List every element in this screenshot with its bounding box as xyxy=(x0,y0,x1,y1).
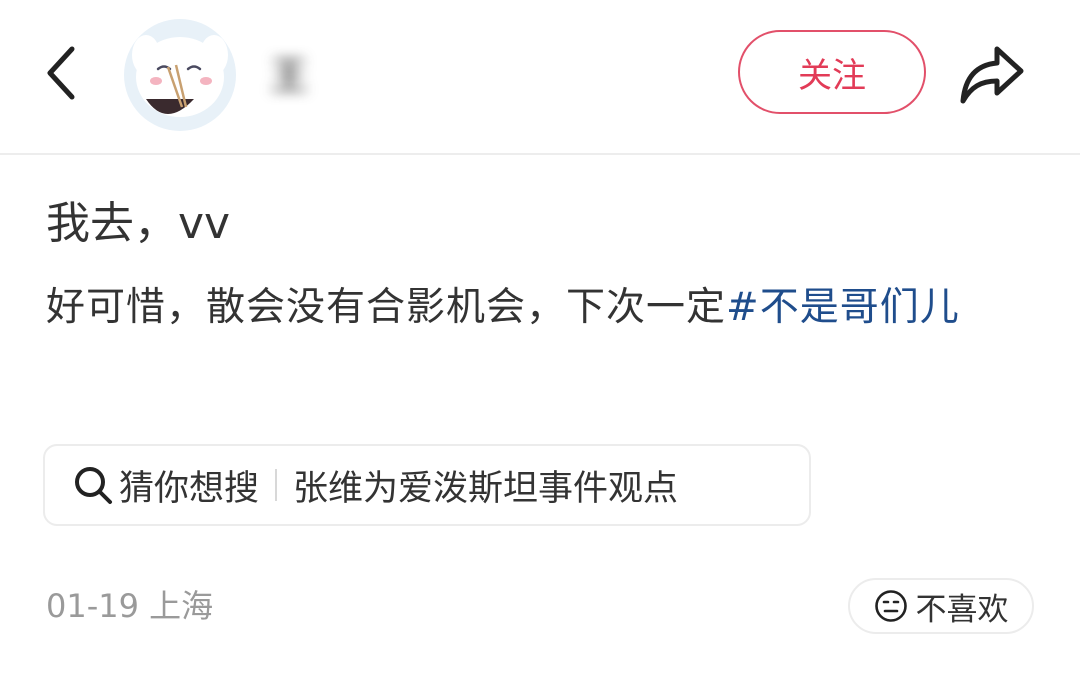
share-arrow-icon xyxy=(960,46,1024,104)
suggestion-query: 张维为爱泼斯坦事件观点 xyxy=(293,468,679,509)
back-button[interactable] xyxy=(36,40,88,106)
dislike-label: 不喜欢 xyxy=(915,591,1009,628)
search-icon xyxy=(73,465,113,505)
post-location: 上海 xyxy=(149,587,214,625)
neutral-face-icon xyxy=(874,589,908,623)
post-detail-page: 王 关注 我去，vv 好可惜，散会没有合影机会，下次一定#不是哥们儿 猜你想搜 … xyxy=(0,0,1080,688)
hashtag-link[interactable]: #不是哥们儿 xyxy=(726,285,960,330)
chevron-left-icon xyxy=(47,46,75,100)
follow-button[interactable]: 关注 xyxy=(738,30,926,114)
avatar-image xyxy=(124,19,236,131)
avatar[interactable] xyxy=(124,19,236,131)
post-body: 好可惜，散会没有合影机会，下次一定#不是哥们儿 xyxy=(46,276,1046,340)
suggestion-divider xyxy=(275,469,278,501)
suggestion-label: 猜你想搜 xyxy=(119,468,260,509)
post-body-text: 好可惜，散会没有合影机会，下次一定 xyxy=(46,285,727,330)
username[interactable]: 王 xyxy=(270,52,366,100)
dislike-button[interactable]: 不喜欢 xyxy=(848,578,1034,634)
header-bar: 王 关注 xyxy=(0,0,1080,155)
post-title: 我去，vv xyxy=(46,198,231,249)
search-suggestion[interactable]: 猜你想搜 张维为爱泼斯坦事件观点 xyxy=(43,444,811,526)
post-meta: 01-19 上海 xyxy=(46,584,213,628)
post-date: 01-19 xyxy=(46,587,139,625)
share-button[interactable] xyxy=(952,36,1032,112)
